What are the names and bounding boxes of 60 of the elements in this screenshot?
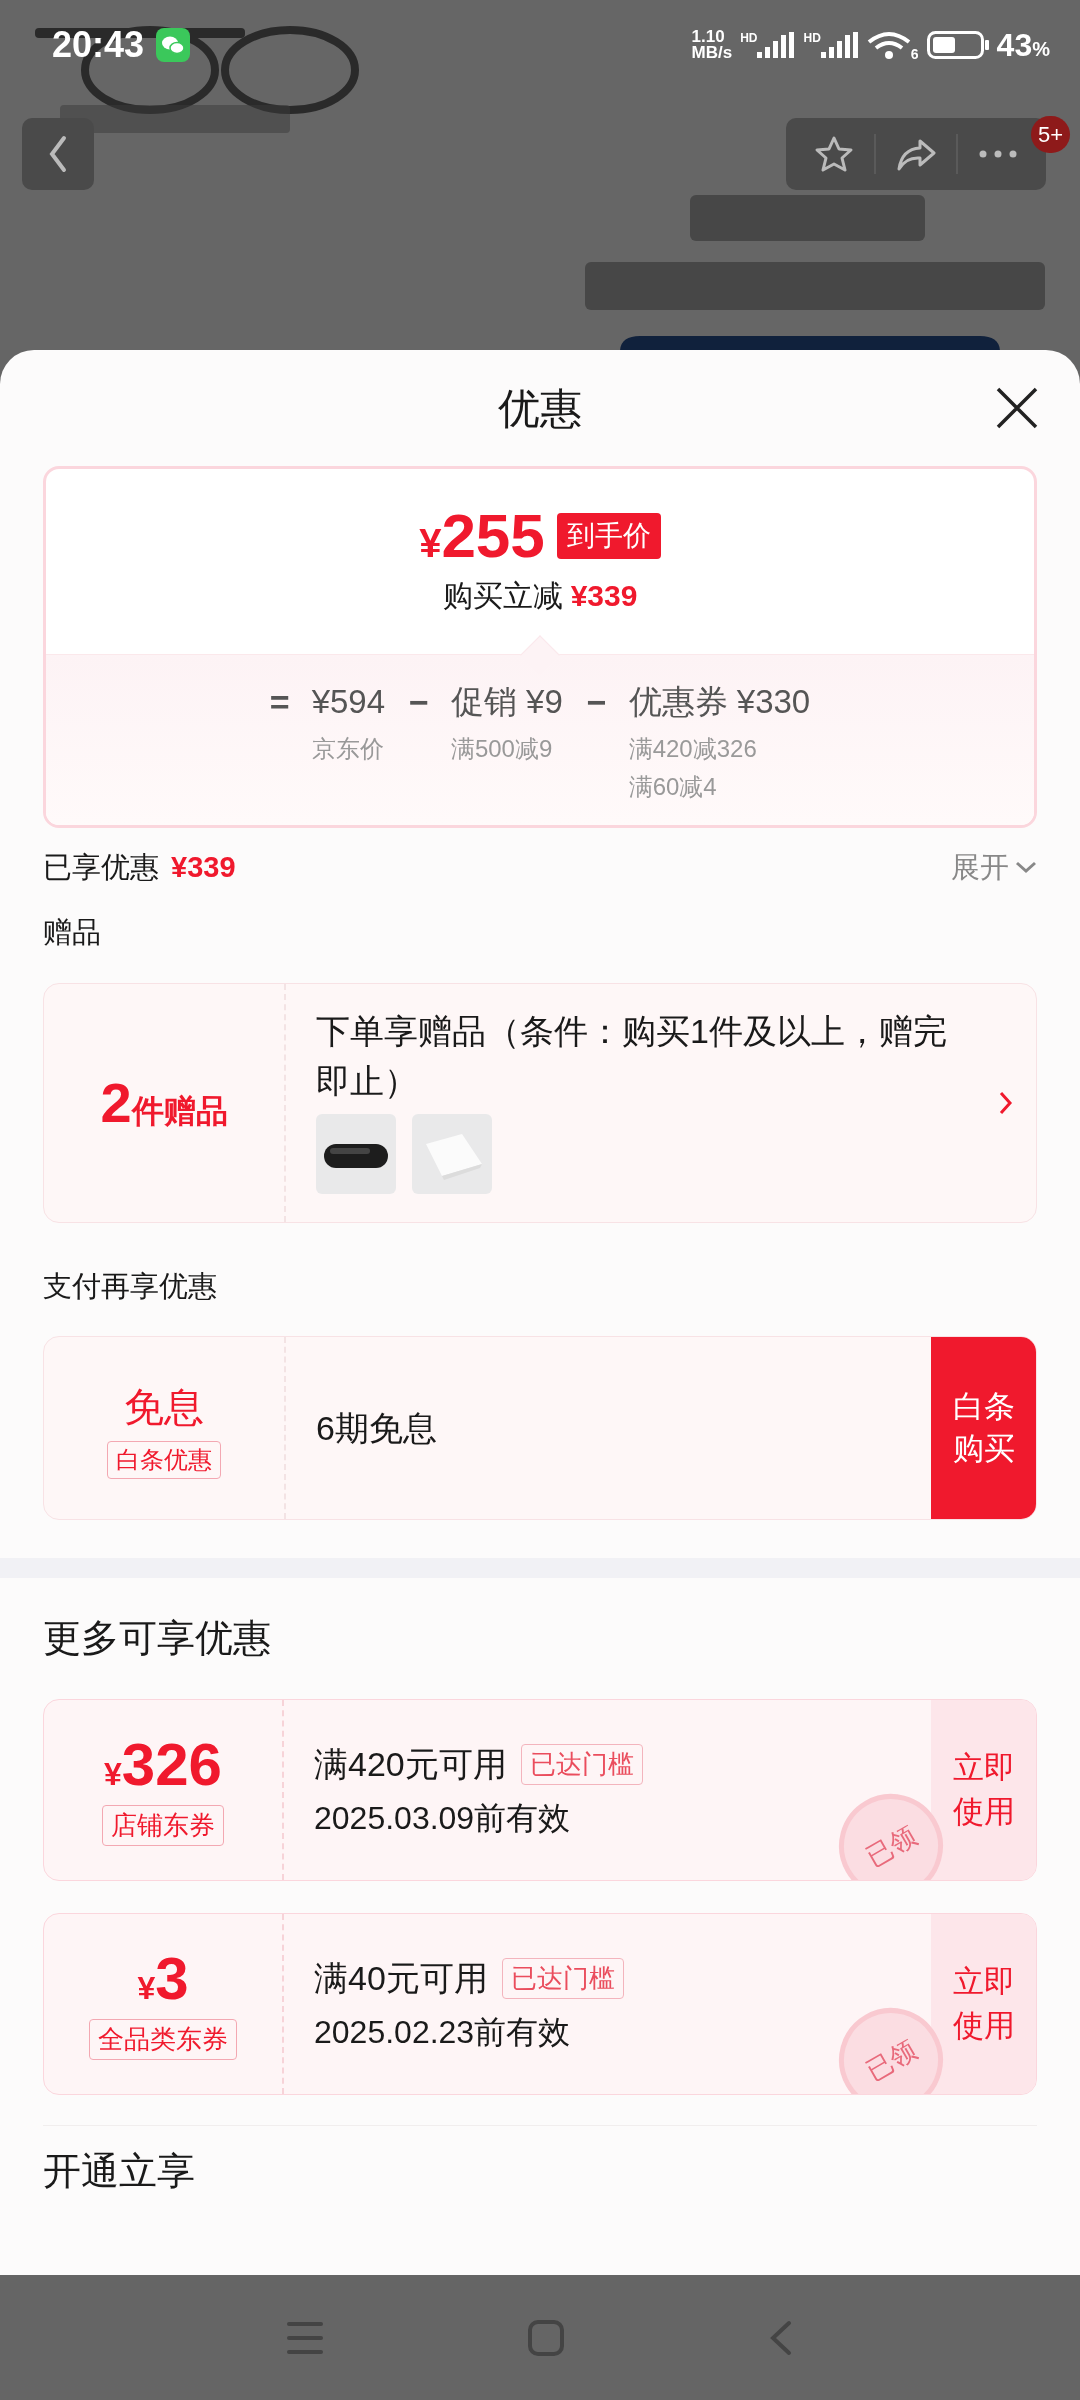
offer-title: 免息 (124, 1384, 204, 1431)
offer-tag: 白条优惠 (107, 1441, 221, 1479)
wifi-icon (866, 30, 911, 60)
sheet-title: 优惠 (498, 383, 582, 434)
close-button[interactable] (994, 385, 1040, 431)
saving-amount: ¥339 (570, 579, 638, 612)
saving-label: 购买立减 (442, 579, 563, 612)
threshold-tag: 已达门槛 (520, 1743, 643, 1785)
back-button[interactable] (22, 118, 94, 190)
coupon-type: 店铺东券 (102, 1804, 224, 1846)
section-heading: 开通立享 (42, 2149, 196, 2194)
wifi-label: 6 (910, 48, 919, 60)
expand-toggle[interactable]: 展开 (951, 845, 1037, 889)
more-icon[interactable] (978, 149, 1018, 159)
pay-button[interactable]: 白条购买 (931, 1337, 1036, 1519)
gift-card[interactable]: 2件赠品 下单享赠品（条件：购买1件及以上，赠完即止） (43, 982, 1037, 1223)
operator-sign: − (409, 682, 429, 723)
share-icon[interactable] (896, 137, 936, 171)
price-tag: 到手价 (556, 513, 661, 559)
chat-app-icon (156, 28, 191, 62)
discount-amount: ¥339 (171, 849, 236, 885)
operator-sign: = (269, 682, 290, 723)
use-coupon-button[interactable]: 立即使用 (931, 1914, 1036, 2094)
discount-label: 已享优惠 (43, 849, 159, 885)
use-coupon-button[interactable]: 立即使用 (931, 1700, 1036, 1880)
coupon-condition: 满420元可用 (314, 1743, 507, 1785)
signal-icon (820, 32, 859, 58)
gift-description: 下单享赠品（条件：购买1件及以上，赠完即止） (316, 1010, 948, 1102)
signal-icon (757, 32, 796, 58)
price-component: 优惠券 ¥330 (628, 682, 811, 722)
coupon-amount: ¥3 (137, 1948, 189, 2009)
network-speed: 1.10 (691, 29, 726, 45)
final-price: ¥255 (419, 505, 545, 567)
battery-icon (926, 31, 989, 59)
price-note: 满60减4 (628, 771, 718, 802)
section-heading: 支付再享优惠 (42, 1268, 218, 1304)
network-type-label: HD (803, 32, 821, 44)
operator-sign: − (586, 682, 607, 723)
chevron-right-icon (998, 1090, 1014, 1115)
price-note: 满420减326 (628, 733, 758, 764)
gift-count: 2件赠品 (100, 1069, 228, 1136)
network-type-label: HD (740, 32, 758, 44)
price-note: 满500减9 (450, 733, 554, 764)
speed-unit: MB/s (691, 45, 733, 61)
coupon-type: 全品类东券 (89, 2018, 237, 2060)
chevron-down-icon[interactable] (1015, 859, 1037, 876)
clock-time: 20:43 (52, 23, 145, 67)
section-heading: 赠品 (42, 915, 102, 950)
coupon-validity: 2025.03.09前有效 (314, 1798, 571, 1838)
section-heading: 更多可享优惠 (42, 1616, 272, 1661)
price-component: 促销 ¥9 (450, 682, 563, 722)
threshold-tag: 已达门槛 (501, 1957, 624, 1999)
price-note: 京东价 (311, 733, 385, 764)
coupon-validity: 2025.02.23前有效 (314, 2012, 571, 2052)
coupon-condition: 满40元可用 (314, 1957, 488, 1999)
battery-level: 43% (996, 26, 1050, 65)
coupon-amount: ¥326 (104, 1734, 222, 1795)
offer-description: 6期免息 (315, 1407, 438, 1449)
price-component: ¥594 (311, 682, 386, 722)
star-icon[interactable] (814, 135, 854, 173)
